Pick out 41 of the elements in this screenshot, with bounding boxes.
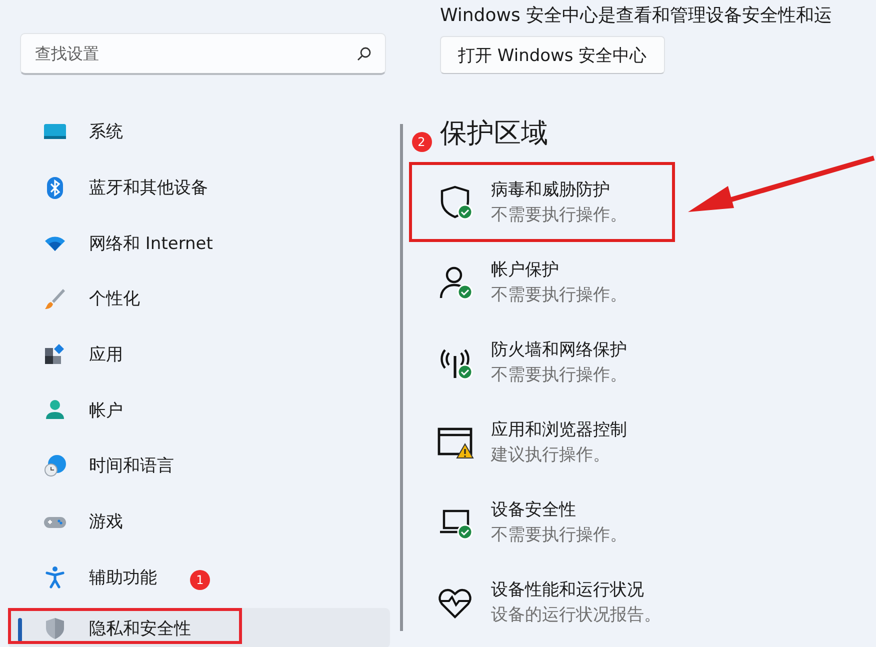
globe-clock-icon	[43, 454, 67, 478]
protection-area-item[interactable]: 设备性能和运行状况 设备的运行状况报告。	[409, 562, 675, 642]
search-field[interactable]: 查找设置	[20, 33, 386, 75]
protection-area-item[interactable]: 帐户保护 不需要执行操作。	[409, 242, 675, 322]
area-title: 帐户保护	[491, 259, 560, 281]
nav-item[interactable]: 应用	[8, 326, 390, 382]
nav-item[interactable]: 个性化	[8, 271, 390, 327]
paintbrush-icon	[43, 286, 67, 311]
area-status: 不需要执行操作。	[491, 364, 627, 386]
area-title: 设备安全性	[491, 499, 577, 521]
nav-item[interactable]: 系统	[8, 104, 390, 160]
nav-item[interactable]: 蓝牙和其他设备	[8, 160, 390, 216]
area-title: 防火墙和网络保护	[491, 339, 627, 361]
protection-area-item[interactable]: 设备安全性 不需要执行操作。	[409, 482, 675, 562]
description-text: Windows 安全中心是查看和管理设备安全性和运	[440, 4, 834, 27]
area-title: 设备性能和运行状况	[491, 579, 645, 601]
nav-item[interactable]: 隐私和安全性	[8, 608, 390, 647]
area-status: 不需要执行操作。	[491, 284, 627, 306]
apps-icon	[43, 342, 67, 367]
area-status: 建议执行操作。	[491, 444, 611, 466]
step-badge: 1	[190, 570, 210, 590]
nav-item[interactable]: 时间和语言	[8, 438, 390, 494]
protection-area-item[interactable]: 防火墙和网络保护 不需要执行操作。	[409, 322, 675, 402]
nav-item[interactable]: 辅助功能 1	[8, 550, 390, 606]
protection-area-item[interactable]: 病毒和威胁防护 不需要执行操作。	[409, 162, 675, 242]
area-status: 不需要执行操作。	[491, 524, 627, 546]
open-security-button[interactable]: 打开 Windows 安全中心	[440, 36, 665, 74]
protection-area-item[interactable]: 应用和浏览器控制 建议执行操作。	[409, 402, 675, 482]
nav-item[interactable]: 帐户	[8, 382, 390, 438]
search-icon	[356, 46, 372, 62]
area-status: 设备的运行状况报告。	[491, 604, 661, 626]
nav-item[interactable]: 网络和 Internet	[8, 215, 390, 272]
step-badge: 2	[412, 132, 432, 152]
accessibility-icon	[43, 565, 67, 590]
selection-indicator	[18, 618, 22, 642]
area-title: 病毒和威胁防护	[491, 179, 611, 201]
area-title: 应用和浏览器控制	[491, 419, 627, 441]
nav-item[interactable]: 游戏	[8, 494, 390, 550]
section-title: 保护区域	[440, 117, 548, 151]
shield-icon	[43, 616, 67, 640]
area-status: 不需要执行操作。	[491, 204, 627, 226]
